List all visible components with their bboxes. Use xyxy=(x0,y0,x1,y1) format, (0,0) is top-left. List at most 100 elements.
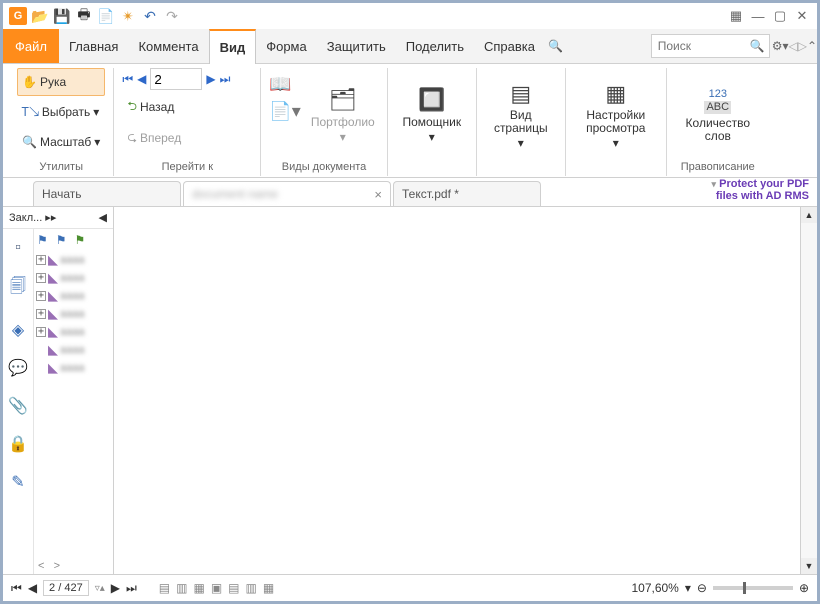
menu-icon[interactable]: ◀ xyxy=(99,211,107,224)
grid-icon[interactable]: ▦ xyxy=(727,8,745,24)
pages-icon[interactable]: 🗐 xyxy=(10,275,26,302)
page-thumbnail-icon[interactable]: ▫ xyxy=(15,239,21,257)
forward-button[interactable]: ⮎Вперед xyxy=(122,124,252,152)
scroll-down-icon[interactable]: ▼ xyxy=(801,558,817,574)
view-icon[interactable]: ▣ xyxy=(211,581,222,595)
sign-icon[interactable]: ✎ xyxy=(11,472,24,492)
status-first-icon[interactable]: ⏮ xyxy=(11,581,22,596)
view-icon[interactable]: ▥ xyxy=(176,581,187,595)
view-icon[interactable]: ▤ xyxy=(228,581,239,595)
group-label: Виды документа xyxy=(269,161,378,176)
maximize-button[interactable]: ▢ xyxy=(771,8,789,24)
group-label: Утилиты xyxy=(17,161,105,176)
vertical-scrollbar[interactable]: ▲ ▼ xyxy=(800,207,817,574)
zoom-slider[interactable] xyxy=(713,586,793,590)
pageview-button[interactable]: ▤Вид страницы▾ xyxy=(485,68,557,161)
wordcount-button[interactable]: 123ABC Количество слов xyxy=(675,68,761,161)
chevron-down-icon: ▾ xyxy=(429,131,435,144)
sparkle-icon[interactable]: ✴ xyxy=(119,7,137,25)
status-prev-icon[interactable]: ◀ xyxy=(28,581,37,595)
close-icon[interactable]: × xyxy=(374,187,382,202)
menu-comment[interactable]: Коммента xyxy=(128,29,208,63)
expand-icon[interactable]: ▸▸ xyxy=(45,211,56,224)
menu-form[interactable]: Форма xyxy=(256,29,317,63)
protect-banner[interactable]: ▾ Protect your PDF files with AD RMS xyxy=(708,178,817,202)
chevron-down-icon[interactable]: ▾ xyxy=(685,581,691,595)
tab-start[interactable]: Начать xyxy=(33,181,181,206)
zoom-out-icon[interactable]: ⊖ xyxy=(697,581,707,595)
view-icon[interactable]: ▦ xyxy=(263,581,274,595)
forward-icon: ⮎ xyxy=(127,128,137,149)
menu-file[interactable]: Файл xyxy=(3,29,59,63)
undo-icon[interactable]: ↶ xyxy=(141,7,159,25)
lock-icon[interactable]: 🔒 xyxy=(8,434,28,454)
attach-icon[interactable]: 📎 xyxy=(8,396,28,416)
page-icon[interactable]: 📄▾ xyxy=(269,101,300,122)
next-page-icon[interactable]: ▶ xyxy=(206,72,215,86)
bookmark-item[interactable]: +◣aaaa xyxy=(34,269,113,287)
bookmark-item[interactable]: +◣aaaa xyxy=(34,305,113,323)
bookmark-flag-icon[interactable]: ⚑ xyxy=(37,233,48,247)
select-tool-button[interactable]: Ꭲ↘Выбрать▾ xyxy=(17,98,105,126)
bookmark-item[interactable]: +◣aaaa xyxy=(34,287,113,305)
minimize-button[interactable]: — xyxy=(749,9,767,24)
view-icon[interactable]: ▦ xyxy=(193,581,204,595)
prev-page-icon[interactable]: ◀ xyxy=(137,72,146,86)
bookmark-item[interactable]: +◣aaaa xyxy=(34,251,113,269)
chevron-down-icon: ▾ xyxy=(93,105,99,119)
tab-blank[interactable]: document name× xyxy=(183,181,391,206)
comment-icon[interactable]: 💬 xyxy=(8,358,28,378)
menu-share[interactable]: Поделить xyxy=(396,29,474,63)
search-box[interactable]: 🔍 xyxy=(651,34,770,58)
status-next-icon[interactable]: ▶ xyxy=(111,581,120,595)
portfolio-button[interactable]: 🗂 Портфолио▾ xyxy=(307,68,379,161)
layers-icon[interactable]: ◈ xyxy=(12,320,24,340)
zoom-tool-button[interactable]: 🔍Масштаб▾ xyxy=(17,128,105,156)
bookmark-item[interactable]: +◣aaaa xyxy=(34,323,113,341)
hand-tool-button[interactable]: ✋Рука xyxy=(17,68,105,96)
side-scroll[interactable]: < > xyxy=(38,560,60,572)
bookmark-add2-icon[interactable]: ⚑ xyxy=(75,233,86,247)
nav-next-icon[interactable]: ▷ xyxy=(798,39,807,53)
scroll-track[interactable] xyxy=(801,223,817,558)
bookmark-item[interactable]: +◣aaaa xyxy=(34,341,113,359)
menu-help[interactable]: Справка xyxy=(474,29,545,63)
status-last-icon[interactable]: ⏭ xyxy=(126,581,137,596)
open-icon[interactable]: 📂 xyxy=(31,7,49,25)
status-bar: ⏮ ◀ 2 / 427 ▿▴ ▶ ⏭ ▤ ▥ ▦ ▣ ▤ ▥ ▦ 107,60%… xyxy=(3,574,817,601)
view-icon[interactable]: ▤ xyxy=(159,581,170,595)
bookmark-item[interactable]: +◣aaaa xyxy=(34,359,113,377)
scroll-up-icon[interactable]: ▲ xyxy=(801,207,817,223)
last-page-icon[interactable]: ⏭ xyxy=(220,72,231,87)
print-icon[interactable]: 🖶 xyxy=(75,7,93,25)
first-page-icon[interactable]: ⏮ xyxy=(122,72,133,87)
page-input[interactable] xyxy=(150,68,202,90)
zoom-in-icon[interactable]: ⊕ xyxy=(799,581,809,595)
menu-view[interactable]: Вид xyxy=(209,29,257,64)
document-view[interactable]: ▲ ▼ xyxy=(114,207,817,574)
tab-text[interactable]: Текст.pdf * xyxy=(393,181,541,206)
book-icon[interactable]: 📖 xyxy=(269,74,300,95)
search-doc-icon[interactable]: 🔍 xyxy=(548,39,563,53)
search-icon[interactable]: 🔍 xyxy=(750,39,765,53)
redo-icon[interactable]: ↷ xyxy=(163,7,181,25)
ribbon-group-helper: 🔲Помощник▾ xyxy=(388,68,477,176)
helper-button[interactable]: 🔲Помощник▾ xyxy=(396,68,468,161)
save-icon[interactable]: 💾 xyxy=(53,7,71,25)
back-button[interactable]: ⮌Назад xyxy=(122,93,252,121)
wordcount-icon: 123ABC xyxy=(704,87,732,115)
window-title xyxy=(185,8,723,25)
gear-icon[interactable]: ⚙▾ xyxy=(772,39,789,53)
search-input[interactable] xyxy=(656,38,750,54)
viewset-button[interactable]: ▦Настройки просмотра▾ xyxy=(574,68,658,161)
menu-protect[interactable]: Защитить xyxy=(317,29,396,63)
close-button[interactable]: ✕ xyxy=(793,8,811,24)
new-icon[interactable]: 📄 xyxy=(97,7,115,25)
view-icon[interactable]: ▥ xyxy=(246,581,257,595)
bookmark-add-icon[interactable]: ⚑ xyxy=(56,233,67,247)
menu-home[interactable]: Главная xyxy=(59,29,128,63)
caret-icon[interactable]: ⌃ xyxy=(807,39,817,53)
ribbon-group-utils: ✋Рука Ꭲ↘Выбрать▾ 🔍Масштаб▾ Утилиты xyxy=(9,68,114,176)
nav-prev-icon[interactable]: ◁ xyxy=(788,39,797,53)
status-page[interactable]: 2 / 427 xyxy=(43,580,89,596)
